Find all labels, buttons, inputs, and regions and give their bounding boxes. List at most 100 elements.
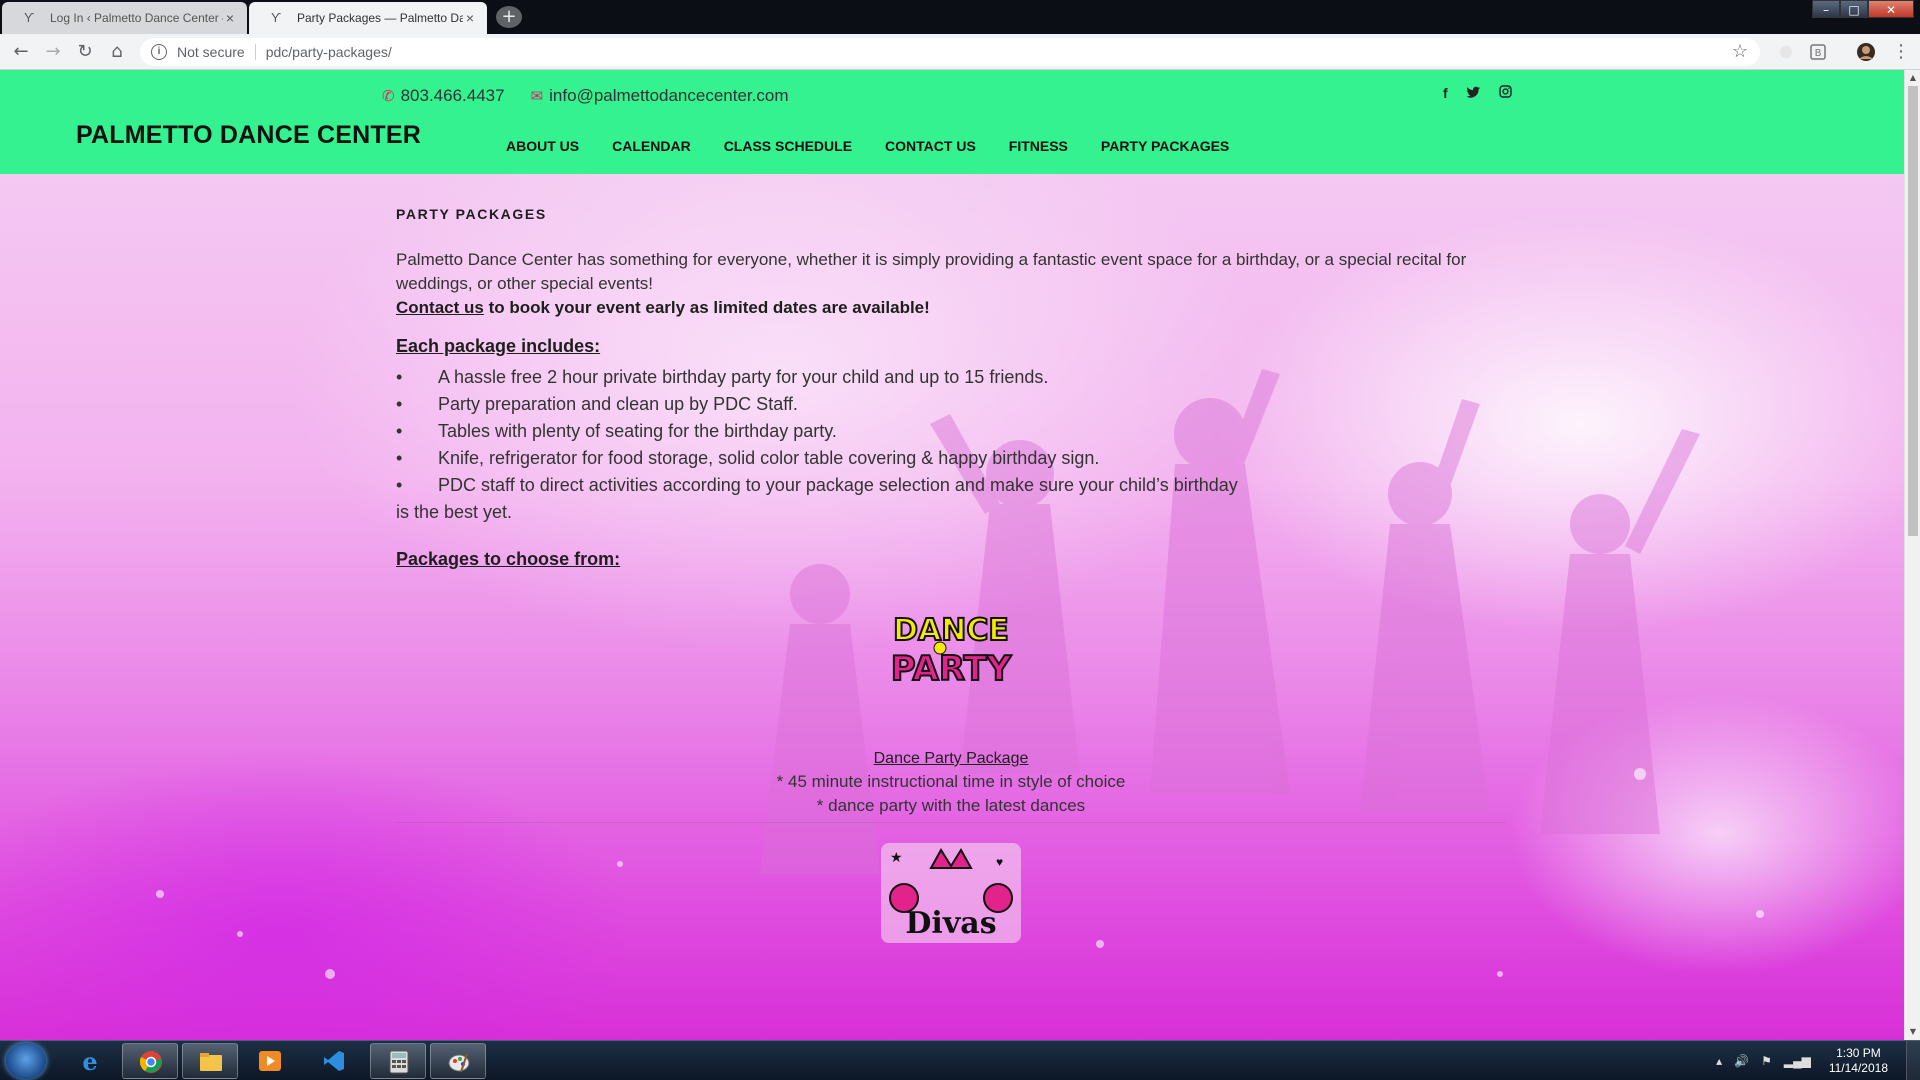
clock-date: 11/14/2018: [1828, 1061, 1888, 1075]
windows-taskbar: e ▴ 🔊 ⚑ ▂▄▆ 1:30 PM 11/14/2018: [0, 1040, 1920, 1080]
show-desktop-button[interactable]: [1906, 1041, 1920, 1080]
social-links: f: [1443, 85, 1512, 101]
tab-title: Party Packages — Palmetto Dance: [297, 11, 463, 25]
email-block: ✉ info@palmettodancecenter.com: [531, 86, 789, 106]
nav-about-us[interactable]: ABOUT US: [506, 138, 579, 154]
twitter-icon[interactable]: [1465, 85, 1481, 99]
chrome-icon: [139, 1051, 162, 1073]
home-icon[interactable]: ⌂: [106, 41, 128, 63]
scroll-up-arrow-icon[interactable]: ▲: [1905, 70, 1920, 86]
extension-icon[interactable]: [1776, 42, 1796, 62]
chrome-taskbar-button[interactable]: [122, 1043, 178, 1079]
dance-party-logo: DANCE PARTY: [890, 612, 1013, 690]
clock-time: 1:30 PM: [1836, 1046, 1881, 1060]
address-bar[interactable]: i Not secure pdc/party-packages/ ☆: [140, 38, 1760, 66]
packages-heading: Packages to choose from:: [396, 549, 621, 569]
site-header: ✆ 803.466.4437 ✉ info@palmettodancecente…: [0, 70, 1904, 174]
calculator-icon: [389, 1050, 409, 1074]
nav-class-schedule[interactable]: CLASS SCHEDULE: [724, 138, 852, 154]
file-explorer-taskbar-button[interactable]: [182, 1043, 238, 1079]
media-player-taskbar-button[interactable]: [242, 1043, 298, 1079]
page-viewport: ✆ 803.466.4437 ✉ info@palmettodancecente…: [0, 70, 1904, 1040]
calculator-taskbar-button[interactable]: [370, 1043, 426, 1079]
intro-paragraph: Palmetto Dance Center has something for …: [396, 250, 1467, 293]
start-button[interactable]: [6, 1043, 46, 1079]
back-arrow-icon[interactable]: ←: [10, 41, 32, 63]
internet-explorer-taskbar-button[interactable]: e: [62, 1043, 118, 1079]
action-center-flag-icon[interactable]: ⚑: [1761, 1054, 1772, 1068]
contact-bar: ✆ 803.466.4437 ✉ info@palmettodancecente…: [382, 86, 789, 106]
email-link[interactable]: info@palmettodancecenter.com: [549, 86, 788, 106]
bookmark-star-icon[interactable]: ☆: [1732, 41, 1748, 62]
list-item: PDC staff to direct activities according…: [396, 472, 1396, 499]
tab-login[interactable]: ϒ Log In ‹ Palmetto Dance Center — ×: [2, 2, 247, 34]
includes-heading: Each package includes:: [396, 336, 601, 356]
nav-party-packages[interactable]: PARTY PACKAGES: [1101, 138, 1229, 154]
svg-text:♥: ♥: [996, 855, 1003, 869]
envelope-icon: ✉: [530, 88, 544, 105]
scroll-thumb[interactable]: [1908, 86, 1918, 536]
internet-explorer-icon: e: [82, 1049, 97, 1073]
list-item: Knife, refrigerator for food storage, so…: [396, 445, 1396, 472]
page-scrollbar[interactable]: ▲ ▼: [1904, 70, 1920, 1040]
logo-text-dance: DANCE: [893, 613, 1009, 648]
info-icon[interactable]: i: [151, 44, 167, 60]
browser-menu-icon[interactable]: ⋮: [1890, 41, 1912, 63]
wordpress-favicon-icon: ϒ: [271, 10, 282, 25]
list-item: A hassle free 2 hour private birthday pa…: [396, 364, 1396, 391]
browser-tab-strip: ϒ Log In ‹ Palmetto Dance Center — × ϒ P…: [0, 0, 1920, 34]
nav-contact-us[interactable]: CONTACT US: [885, 138, 976, 154]
clock[interactable]: 1:30 PM 11/14/2018: [1829, 1046, 1888, 1076]
close-window-button[interactable]: ✕: [1868, 0, 1914, 18]
maximize-button[interactable]: □: [1840, 0, 1868, 18]
contact-callout-text: to book your event early as limited date…: [483, 298, 930, 317]
nav-calendar[interactable]: CALENDAR: [612, 138, 691, 154]
package-divider: [396, 822, 1506, 823]
contact-us-link[interactable]: Contact us: [396, 298, 484, 317]
svg-text:B: B: [1815, 48, 1822, 59]
list-item: Tables with plenty of seating for the bi…: [396, 418, 1396, 445]
extension-b-icon[interactable]: B: [1808, 42, 1828, 62]
nav-fitness[interactable]: FITNESS: [1009, 138, 1068, 154]
svg-text:★: ★: [890, 849, 903, 865]
system-tray: ▴ 🔊 ⚑ ▂▄▆ 1:30 PM 11/14/2018: [1716, 1041, 1920, 1080]
profile-avatar-icon[interactable]: [1856, 42, 1876, 62]
dance-party-package-link[interactable]: Dance Party Package: [396, 750, 1506, 768]
close-tab-icon[interactable]: ×: [223, 10, 237, 26]
address-separator: [254, 44, 256, 60]
browser-toolbar: ← → ↻ ⌂ i Not secure pdc/party-packages/…: [0, 34, 1920, 70]
tab-party-packages[interactable]: ϒ Party Packages — Palmetto Dance ×: [249, 2, 487, 34]
tab-title: Log In ‹ Palmetto Dance Center —: [50, 11, 223, 25]
wordpress-favicon-icon: ϒ: [24, 10, 35, 25]
site-logo[interactable]: PALMETTO DANCE CENTER: [76, 121, 421, 150]
new-tab-button[interactable]: +: [496, 6, 522, 28]
list-item: Party preparation and clean up by PDC St…: [396, 391, 1396, 418]
network-signal-icon[interactable]: ▂▄▆: [1784, 1054, 1811, 1068]
minimize-button[interactable]: –: [1812, 0, 1840, 18]
visual-studio-code-icon: [324, 1051, 344, 1071]
close-tab-icon[interactable]: ×: [463, 10, 477, 26]
includes-list: A hassle free 2 hour private birthday pa…: [396, 364, 1396, 526]
url-text[interactable]: pdc/party-packages/: [266, 44, 392, 60]
phone-number[interactable]: 803.466.4437: [401, 86, 505, 106]
paint-taskbar-button[interactable]: [430, 1043, 486, 1079]
paint-icon: [448, 1053, 470, 1073]
facebook-icon[interactable]: f: [1443, 85, 1448, 101]
svg-text:e: e: [82, 1049, 97, 1073]
volume-icon[interactable]: 🔊: [1734, 1054, 1749, 1068]
divas-package-logo: Divas ★ ♥: [881, 843, 1021, 943]
vscode-taskbar-button[interactable]: [306, 1043, 362, 1079]
forward-arrow-icon[interactable]: →: [42, 41, 64, 63]
logo-text-divas: Divas: [905, 906, 996, 941]
instagram-icon[interactable]: [1498, 85, 1512, 98]
scroll-down-arrow-icon[interactable]: ▼: [1905, 1024, 1920, 1040]
contact-callout: Contact us to book your event early as l…: [396, 298, 930, 318]
folder-icon: [200, 1053, 222, 1071]
phone-icon: ✆: [382, 88, 395, 105]
media-player-icon: [259, 1051, 281, 1071]
reload-icon[interactable]: ↻: [74, 41, 96, 63]
logo-text-party: PARTY: [891, 649, 1012, 689]
window-controls: – □ ✕: [1812, 0, 1914, 20]
show-hidden-icons-icon[interactable]: ▴: [1716, 1054, 1722, 1068]
screen: ϒ Log In ‹ Palmetto Dance Center — × ϒ P…: [0, 0, 1920, 1080]
